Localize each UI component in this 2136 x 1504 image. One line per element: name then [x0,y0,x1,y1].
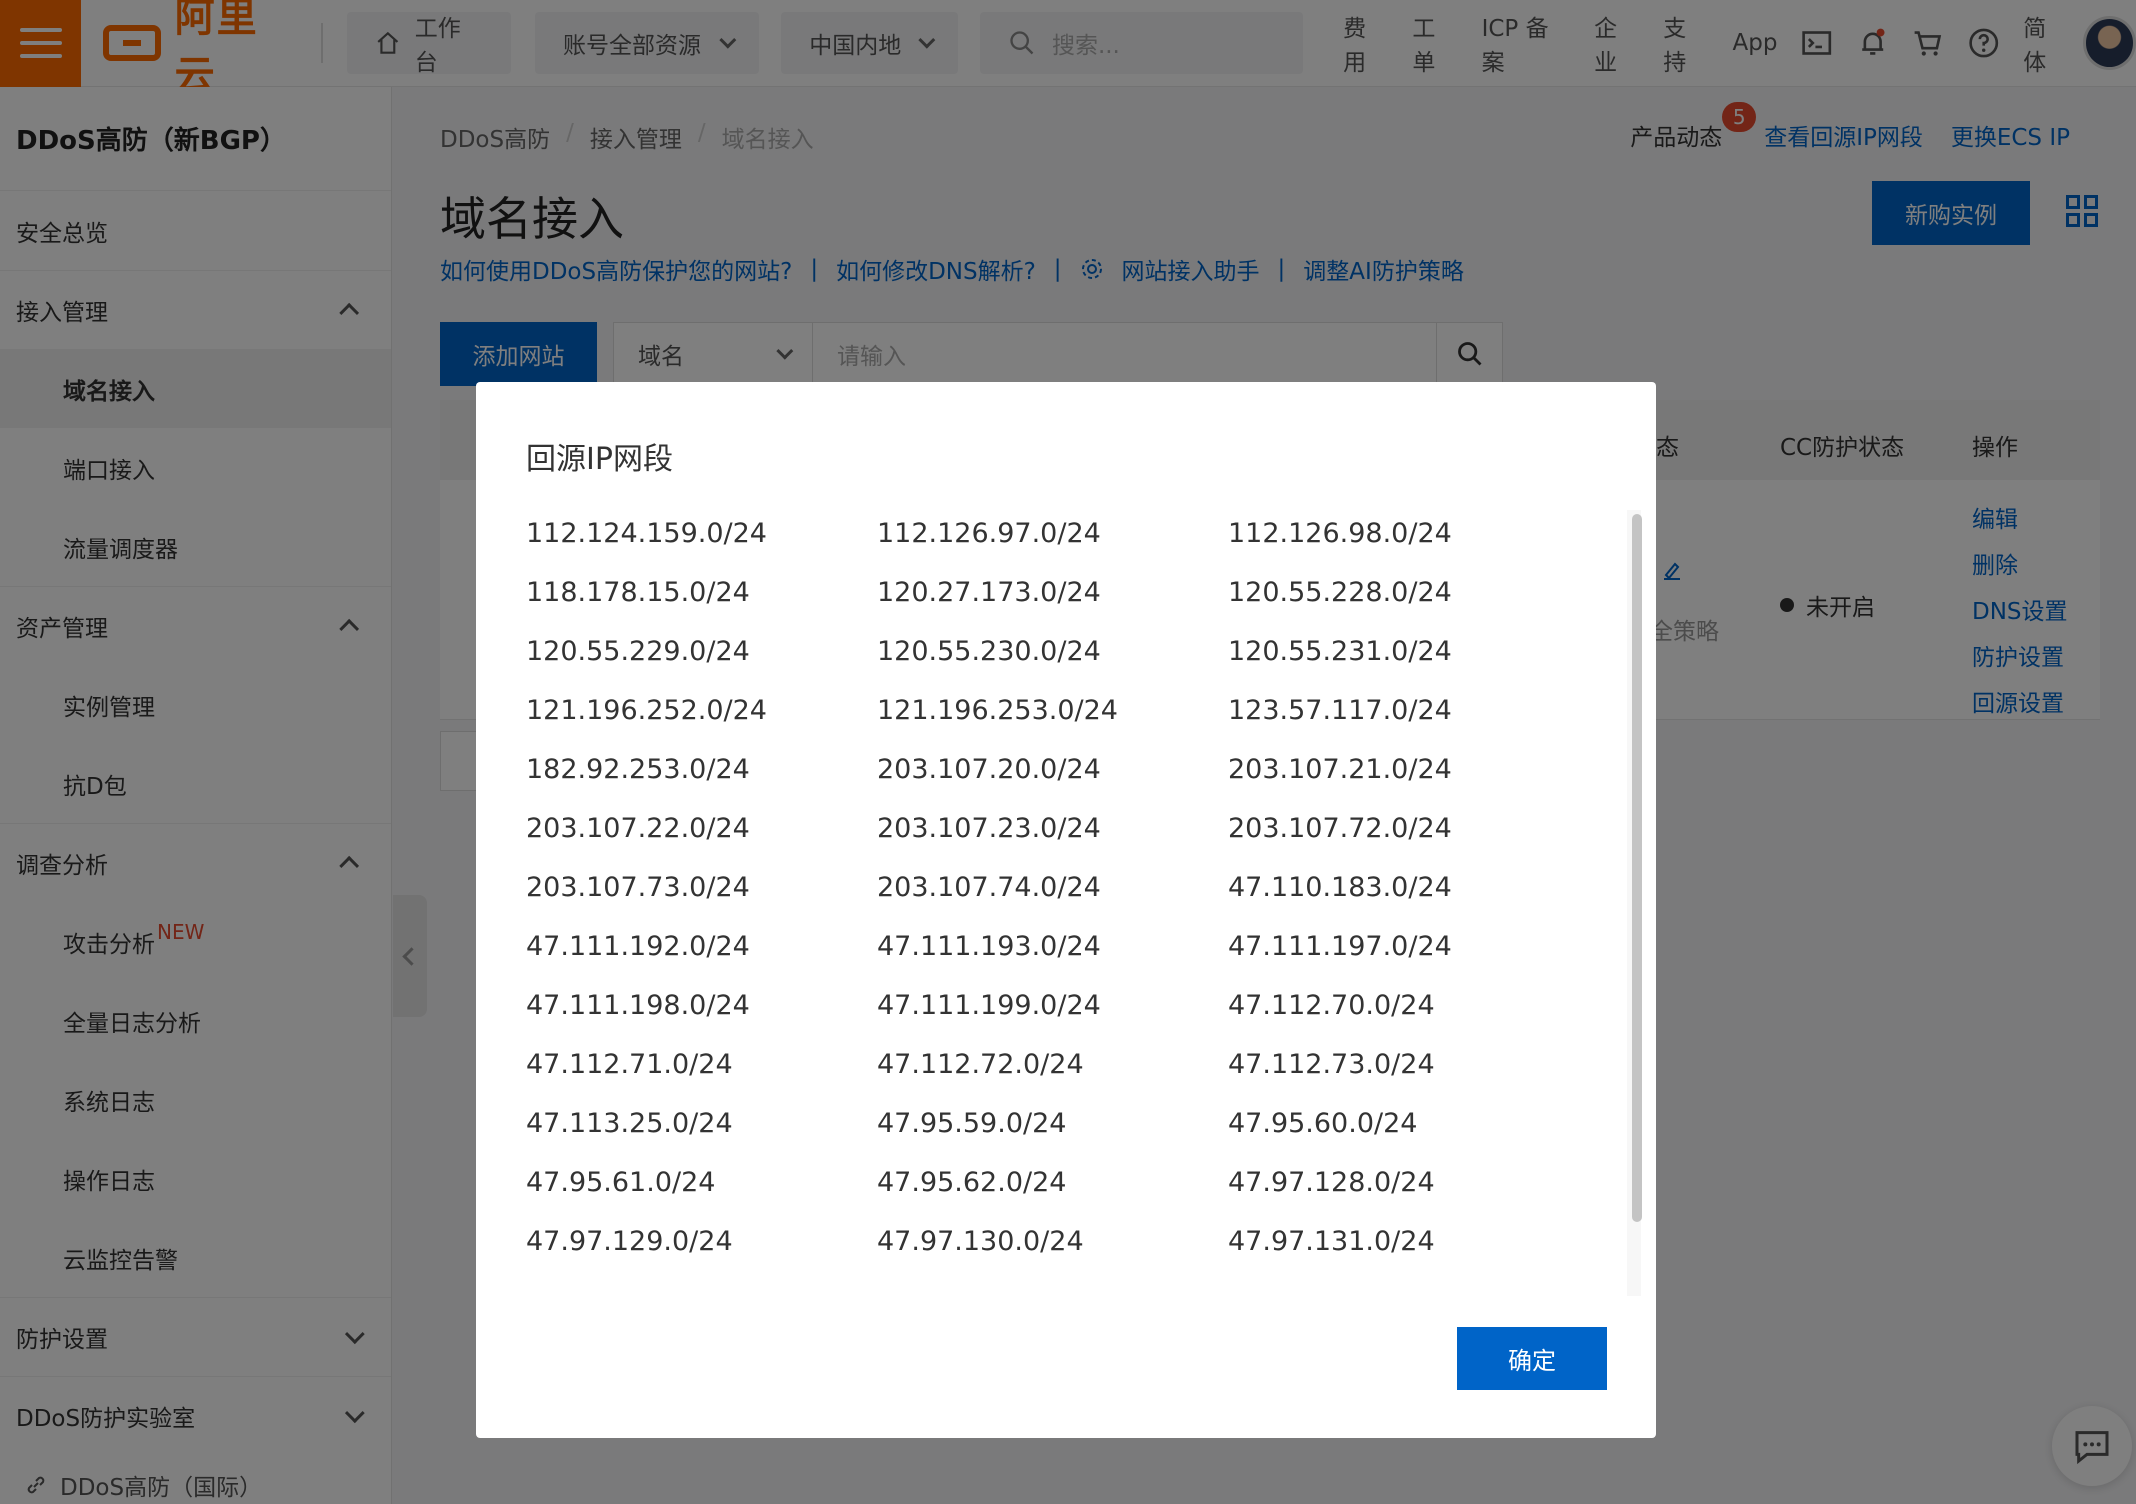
ip-range-item: 203.107.23.0/24 [877,813,1101,844]
ip-range-item: 112.124.159.0/24 [526,518,767,549]
ip-range-item: 47.95.62.0/24 [877,1167,1067,1198]
ip-range-item: 47.112.70.0/24 [1228,990,1435,1021]
ip-range-item: 47.97.130.0/24 [877,1226,1084,1257]
ip-range-item: 203.107.21.0/24 [1228,754,1452,785]
ip-range-item: 47.110.183.0/24 [1228,872,1452,903]
ip-range-item: 123.57.117.0/24 [1228,695,1452,726]
ip-range-item: 47.113.25.0/24 [526,1108,733,1139]
ip-range-item: 203.107.22.0/24 [526,813,750,844]
ip-range-item: 112.126.98.0/24 [1228,518,1452,549]
ip-range-item: 120.55.231.0/24 [1228,636,1452,667]
ip-range-item: 120.55.228.0/24 [1228,577,1452,608]
ip-range-item: 120.55.230.0/24 [877,636,1101,667]
ip-range-item: 121.196.253.0/24 [877,695,1118,726]
ip-range-item: 47.97.128.0/24 [1228,1167,1435,1198]
ip-range-item: 47.95.61.0/24 [526,1167,716,1198]
ip-range-item: 47.97.131.0/24 [1228,1226,1435,1257]
ip-range-item: 120.27.173.0/24 [877,577,1101,608]
ip-range-list: 112.124.159.0/24 112.126.97.0/24 112.126.9… [526,504,1576,1271]
ip-range-item: 47.112.72.0/24 [877,1049,1084,1080]
ip-range-item: 112.126.97.0/24 [877,518,1101,549]
confirm-button[interactable]: 确定 [1457,1327,1607,1390]
ip-range-item: 47.95.60.0/24 [1228,1108,1418,1139]
ip-range-item: 121.196.252.0/24 [526,695,767,726]
ip-range-item: 203.107.74.0/24 [877,872,1101,903]
ip-range-item: 120.55.229.0/24 [526,636,750,667]
ip-range-item: 47.97.129.0/24 [526,1226,733,1257]
ip-range-item: 47.111.192.0/24 [526,931,750,962]
ip-range-item: 47.111.199.0/24 [877,990,1101,1021]
ip-range-item: 203.107.20.0/24 [877,754,1101,785]
ip-range-item: 203.107.73.0/24 [526,872,750,903]
ip-range-item: 118.178.15.0/24 [526,577,750,608]
ip-range-item: 47.111.198.0/24 [526,990,750,1021]
ip-range-item: 182.92.253.0/24 [526,754,750,785]
ip-range-item: 47.112.71.0/24 [526,1049,733,1080]
scrollbar-thumb[interactable] [1632,514,1642,1222]
origin-ip-range-dialog: 回源IP网段 112.124.159.0/24 112.126.97.0/24 11… [476,382,1656,1438]
ip-range-item: 47.95.59.0/24 [877,1108,1067,1139]
ip-range-item: 47.111.197.0/24 [1228,931,1452,962]
ip-range-item: 203.107.72.0/24 [1228,813,1452,844]
dialog-title: 回源IP网段 [526,442,673,477]
ip-range-item: 47.111.193.0/24 [877,931,1101,962]
ip-range-item: 47.112.73.0/24 [1228,1049,1435,1080]
